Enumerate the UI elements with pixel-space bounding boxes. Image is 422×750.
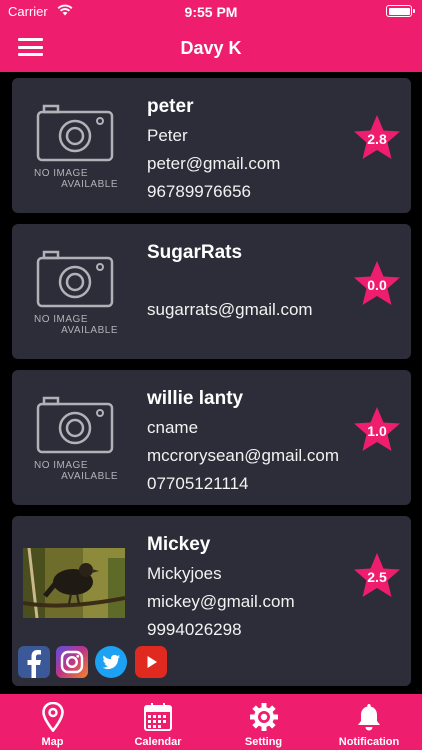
tab-map[interactable]: Map	[0, 694, 105, 750]
no-image-text: NO IMAGE	[34, 168, 89, 179]
tab-label: Calendar	[134, 736, 182, 748]
contact-name: peter	[147, 96, 194, 117]
contact-card[interactable]: Mickey Mickyjoes mickey@gmail.com 999402…	[12, 516, 411, 686]
gear-icon	[249, 703, 278, 731]
contact-cname: Peter	[147, 126, 188, 145]
rating-value: 2.8	[367, 131, 387, 147]
battery-icon	[386, 5, 415, 17]
tab-bar: Map Calendar Setting Notification	[0, 694, 422, 750]
contact-name: Mickey	[147, 534, 211, 555]
contact-name: willie lanty	[147, 388, 244, 409]
no-image-text: AVAILABLE	[61, 325, 118, 336]
contact-email: peter@gmail.com	[147, 154, 281, 173]
instagram-icon[interactable]	[56, 646, 88, 678]
tab-label: Notification	[338, 736, 400, 748]
rating-badge: 0.0	[353, 260, 401, 308]
contact-card[interactable]: NO IMAGE AVAILABLE peter Peter peter@gma…	[12, 78, 411, 213]
rating-value: 1.0	[367, 423, 387, 439]
no-image-text: NO IMAGE	[34, 314, 89, 325]
camera-icon	[36, 104, 114, 162]
rating-badge: 2.8	[353, 114, 401, 162]
contact-email: sugarrats@gmail.com	[147, 300, 313, 319]
contact-phone: 9994026298	[147, 620, 242, 639]
youtube-icon[interactable]	[135, 646, 167, 678]
camera-icon	[36, 250, 114, 308]
contact-card[interactable]: NO IMAGE AVAILABLE willie lanty cname mc…	[12, 370, 411, 505]
map-pin-icon	[41, 702, 64, 732]
calendar-icon	[144, 703, 172, 731]
contact-name: SugarRats	[147, 242, 243, 263]
camera-icon	[36, 396, 114, 454]
no-image-text: AVAILABLE	[61, 179, 118, 190]
status-bar: Carrier 9:55 PM	[0, 0, 422, 24]
rating-badge: 1.0	[353, 406, 401, 454]
rating-badge: 2.5	[353, 552, 401, 600]
twitter-icon[interactable]	[95, 646, 127, 678]
bird-photo-image	[23, 548, 125, 618]
contact-email: mccrorysean@gmail.com	[147, 446, 340, 465]
contact-phone: 07705121114	[147, 474, 249, 493]
contact-email: mickey@gmail.com	[147, 592, 295, 611]
no-image-placeholder: NO IMAGE AVAILABLE	[32, 396, 118, 482]
nav-bar: Davy K	[0, 24, 422, 72]
tab-label: Setting	[244, 736, 283, 748]
contact-card[interactable]: NO IMAGE AVAILABLE SugarRats sugarrats@g…	[12, 224, 411, 359]
no-image-placeholder: NO IMAGE AVAILABLE	[32, 250, 118, 336]
no-image-text: AVAILABLE	[61, 471, 118, 482]
tab-calendar[interactable]: Calendar	[105, 694, 211, 750]
page-title: Davy K	[180, 38, 242, 58]
rating-value: 2.5	[367, 569, 387, 585]
contact-cname: cname	[147, 418, 199, 437]
contact-photo	[23, 548, 125, 618]
no-image-text: NO IMAGE	[34, 460, 89, 471]
clock: 9:55 PM	[184, 4, 238, 20]
contact-phone: 96789976656	[147, 182, 252, 201]
no-image-placeholder: NO IMAGE AVAILABLE	[32, 104, 118, 190]
bell-icon	[358, 704, 380, 731]
tab-notification[interactable]: Notification	[316, 694, 422, 750]
rating-value: 0.0	[367, 277, 387, 293]
facebook-icon[interactable]	[18, 646, 50, 678]
contact-cname: Mickyjoes	[147, 564, 222, 583]
contact-list[interactable]: NO IMAGE AVAILABLE peter Peter peter@gma…	[0, 72, 422, 694]
tab-label: Map	[41, 736, 64, 748]
tab-setting[interactable]: Setting	[211, 694, 316, 750]
